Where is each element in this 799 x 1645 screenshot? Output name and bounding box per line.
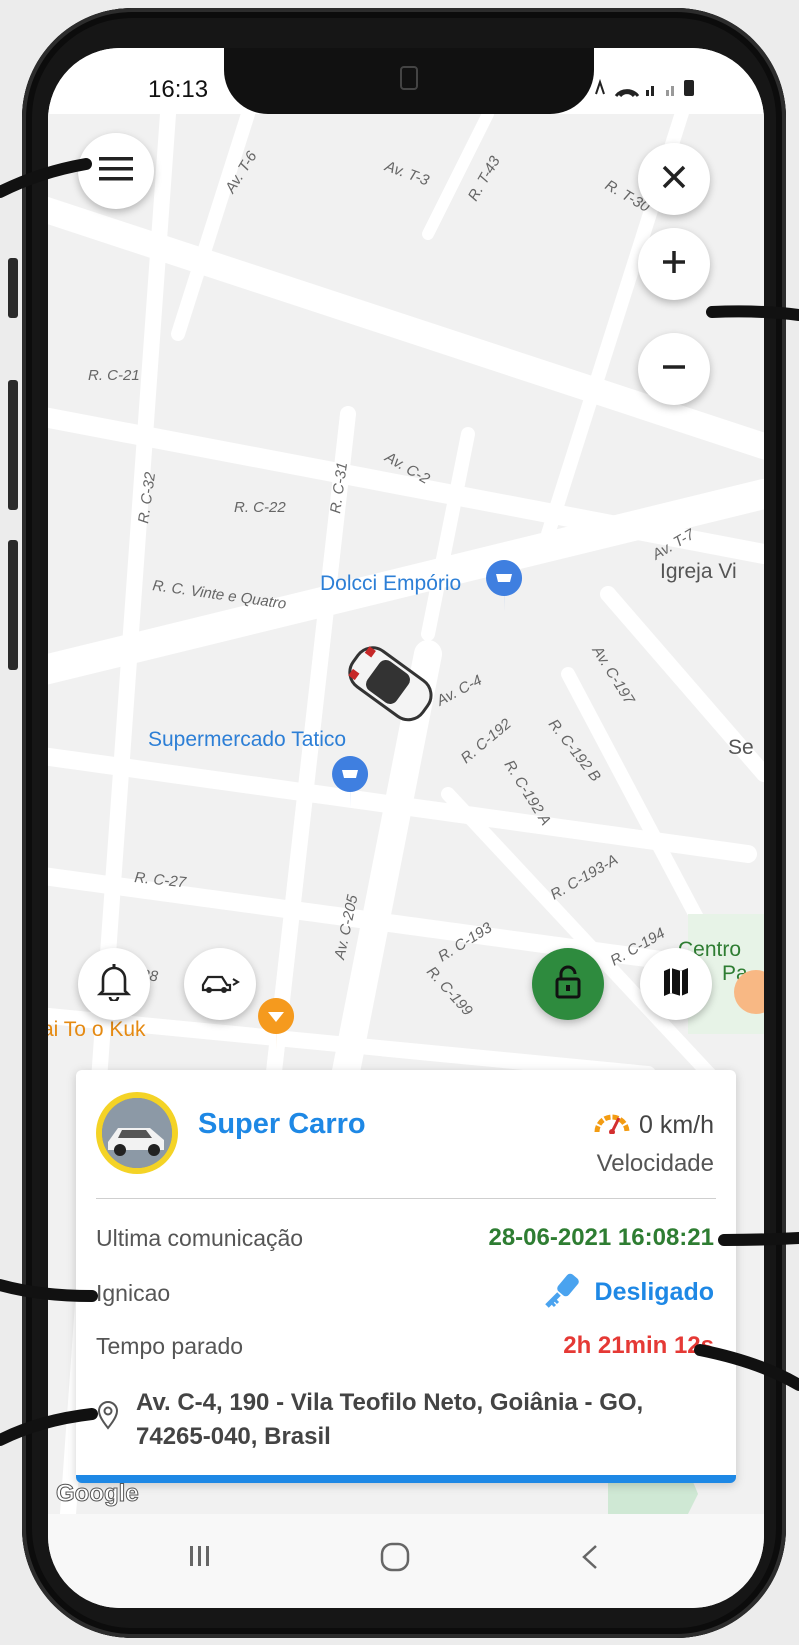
annotation-callouts — [0, 158, 799, 1446]
